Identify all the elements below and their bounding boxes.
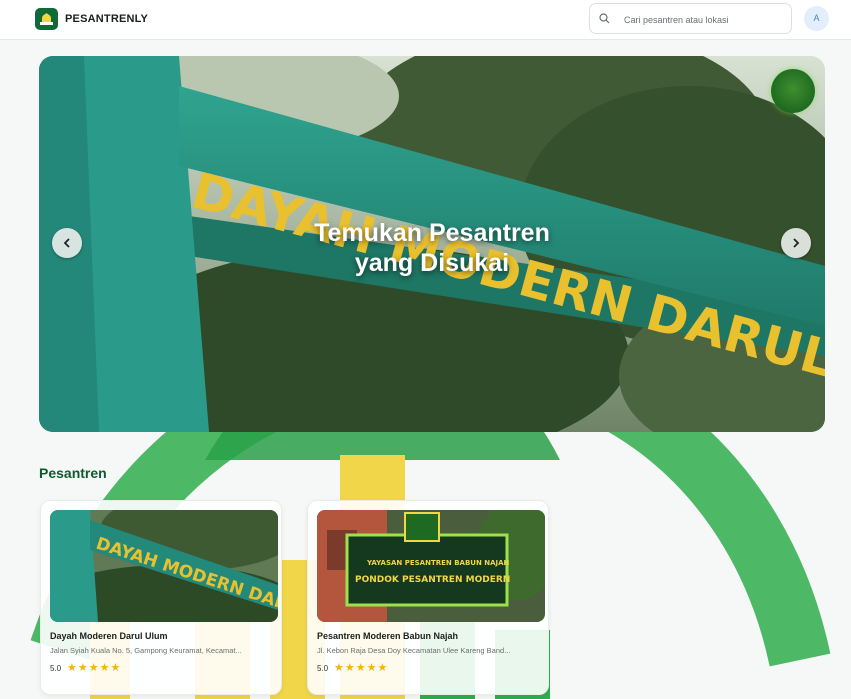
search-icon	[599, 13, 610, 24]
hero-title-line1: Temukan Pesantren	[314, 219, 550, 247]
card-image[interactable]: DAYAH MODERN DARUL	[50, 510, 278, 622]
user-avatar[interactable]: A	[804, 6, 829, 31]
card-address: Jl. Kebon Raja Desa Doy Kecamatan Ulee K…	[317, 646, 511, 655]
card-photo: YAYASAN PESANTREN BABUN NAJAH PONDOK PES…	[317, 510, 545, 622]
card-title: Dayah Moderen Darul Ulum	[50, 631, 168, 641]
card-title: Pesantren Moderen Babun Najah	[317, 631, 459, 641]
hero-title: Temukan Pesantren yang Disukai	[39, 218, 825, 278]
hero-carousel: DAYAH MODERN DARUL 'ULUM Temukan Pesantr…	[39, 56, 825, 432]
top-navbar: PESANTRENLY A	[0, 0, 851, 40]
card-photo: DAYAH MODERN DARUL	[50, 510, 278, 622]
card-rating-value: 5.0	[50, 664, 62, 673]
brand-name[interactable]: PESANTRENLY	[65, 13, 148, 25]
section-title: Pesantren	[39, 465, 107, 481]
chevron-right-icon	[793, 238, 800, 248]
svg-text:PONDOK PESANTREN MODERN: PONDOK PESANTREN MODERN	[355, 575, 510, 585]
app-logo[interactable]	[35, 8, 58, 30]
card-rating-value: 5.0	[317, 664, 329, 673]
chevron-left-icon	[63, 238, 70, 248]
carousel-prev-button[interactable]	[52, 228, 82, 258]
star-rating-icon: ★★★★★	[67, 662, 122, 674]
search-box[interactable]	[589, 3, 792, 34]
svg-text:YAYASAN PESANTREN BABUN NAJAH: YAYASAN PESANTREN BABUN NAJAH	[366, 559, 510, 567]
mosque-logo-icon	[40, 13, 53, 25]
search-input[interactable]	[622, 10, 791, 30]
card-address: Jalan Syiah Kuala No. 5, Gampong Keurama…	[50, 646, 242, 655]
pesantren-card[interactable]: YAYASAN PESANTREN BABUN NAJAH PONDOK PES…	[307, 500, 549, 695]
pesantren-card[interactable]: DAYAH MODERN DARUL Dayah Moderen Darul U…	[40, 500, 282, 695]
carousel-next-button[interactable]	[781, 228, 811, 258]
hero-title-line2: yang Disukai	[354, 249, 510, 277]
card-image[interactable]: YAYASAN PESANTREN BABUN NAJAH PONDOK PES…	[317, 510, 545, 622]
badge-logo-icon	[771, 69, 815, 113]
star-rating-icon: ★★★★★	[334, 662, 389, 674]
